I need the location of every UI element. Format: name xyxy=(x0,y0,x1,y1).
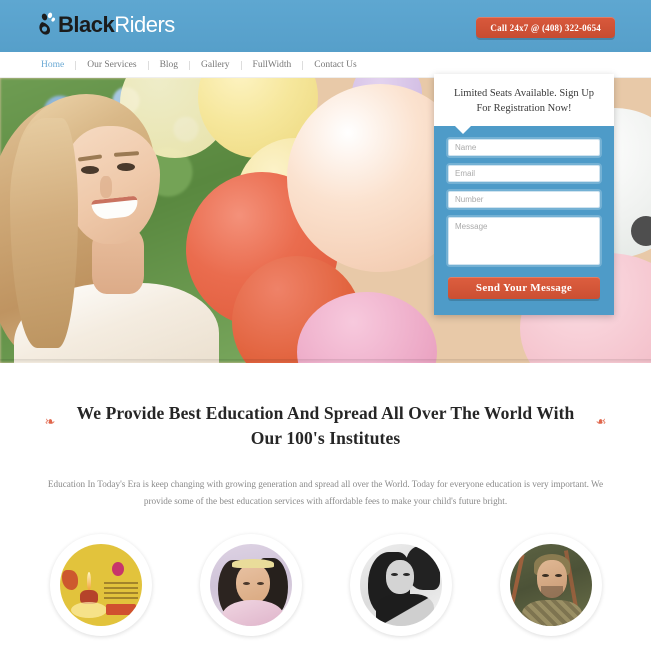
nav-item-gallery[interactable]: Gallery xyxy=(190,60,241,70)
nav-item-fullwidth[interactable]: FullWidth xyxy=(242,60,303,70)
number-input[interactable] xyxy=(448,191,600,209)
send-message-button[interactable]: Send Your Message xyxy=(448,277,600,300)
circle-thumb-3-image xyxy=(359,544,442,626)
signup-form-heading: Limited Seats Available. Sign Up For Reg… xyxy=(453,88,595,115)
signup-form-panel: Limited Seats Available. Sign Up For Reg… xyxy=(434,74,614,316)
site-header: BlackRiders Call 24x7 @ (408) 322-0654 xyxy=(0,0,651,52)
nav-item-contact-us[interactable]: Contact Us xyxy=(303,60,367,70)
email-input[interactable] xyxy=(448,165,600,183)
model-eye-right xyxy=(117,163,135,171)
circle-thumb-3[interactable] xyxy=(349,534,452,636)
circle-thumb-4[interactable] xyxy=(499,534,602,636)
circle-thumb-1-image xyxy=(59,544,142,626)
name-input[interactable] xyxy=(448,139,600,157)
nav-item-home[interactable]: Home xyxy=(41,60,75,70)
signup-form-header: Limited Seats Available. Sign Up For Reg… xyxy=(434,74,614,127)
nav-list: Home Our Services Blog Gallery FullWidth… xyxy=(41,52,368,78)
circle-thumb-1[interactable] xyxy=(49,534,152,636)
gallery-circles xyxy=(0,534,651,636)
model-face xyxy=(64,126,160,244)
page-title: We Provide Best Education And Spread All… xyxy=(76,403,575,448)
circle-thumb-2-image xyxy=(209,544,292,626)
logo-text-secondary: Riders xyxy=(114,12,175,37)
model-nose xyxy=(100,176,112,198)
signup-form-body: Send Your Message xyxy=(434,125,614,316)
ornament-right-icon: ❧ xyxy=(595,414,607,429)
form-notch-triangle xyxy=(454,125,472,135)
site-logo[interactable]: BlackRiders xyxy=(38,11,175,39)
circle-thumb-4-image xyxy=(509,544,592,626)
model-hair-front xyxy=(10,118,78,348)
section-body-text: Education In Today's Era is keep changin… xyxy=(47,478,604,506)
main-content: ❧ We Provide Best Education And Spread A… xyxy=(0,363,651,658)
circle-thumb-2[interactable] xyxy=(199,534,302,636)
call-phone-button[interactable]: Call 24x7 @ (408) 322-0654 xyxy=(476,17,615,38)
section-heading-block: ❧ We Provide Best Education And Spread A… xyxy=(0,401,651,451)
message-textarea[interactable] xyxy=(448,217,600,266)
nav-item-our-services[interactable]: Our Services xyxy=(76,60,147,70)
nav-item-blog[interactable]: Blog xyxy=(149,60,189,70)
logo-text-primary: Black xyxy=(58,12,115,37)
hero-model xyxy=(0,78,222,363)
model-eye-left xyxy=(81,166,99,174)
ornament-left-icon: ❧ xyxy=(44,414,56,429)
paw-print-icon xyxy=(38,11,56,39)
